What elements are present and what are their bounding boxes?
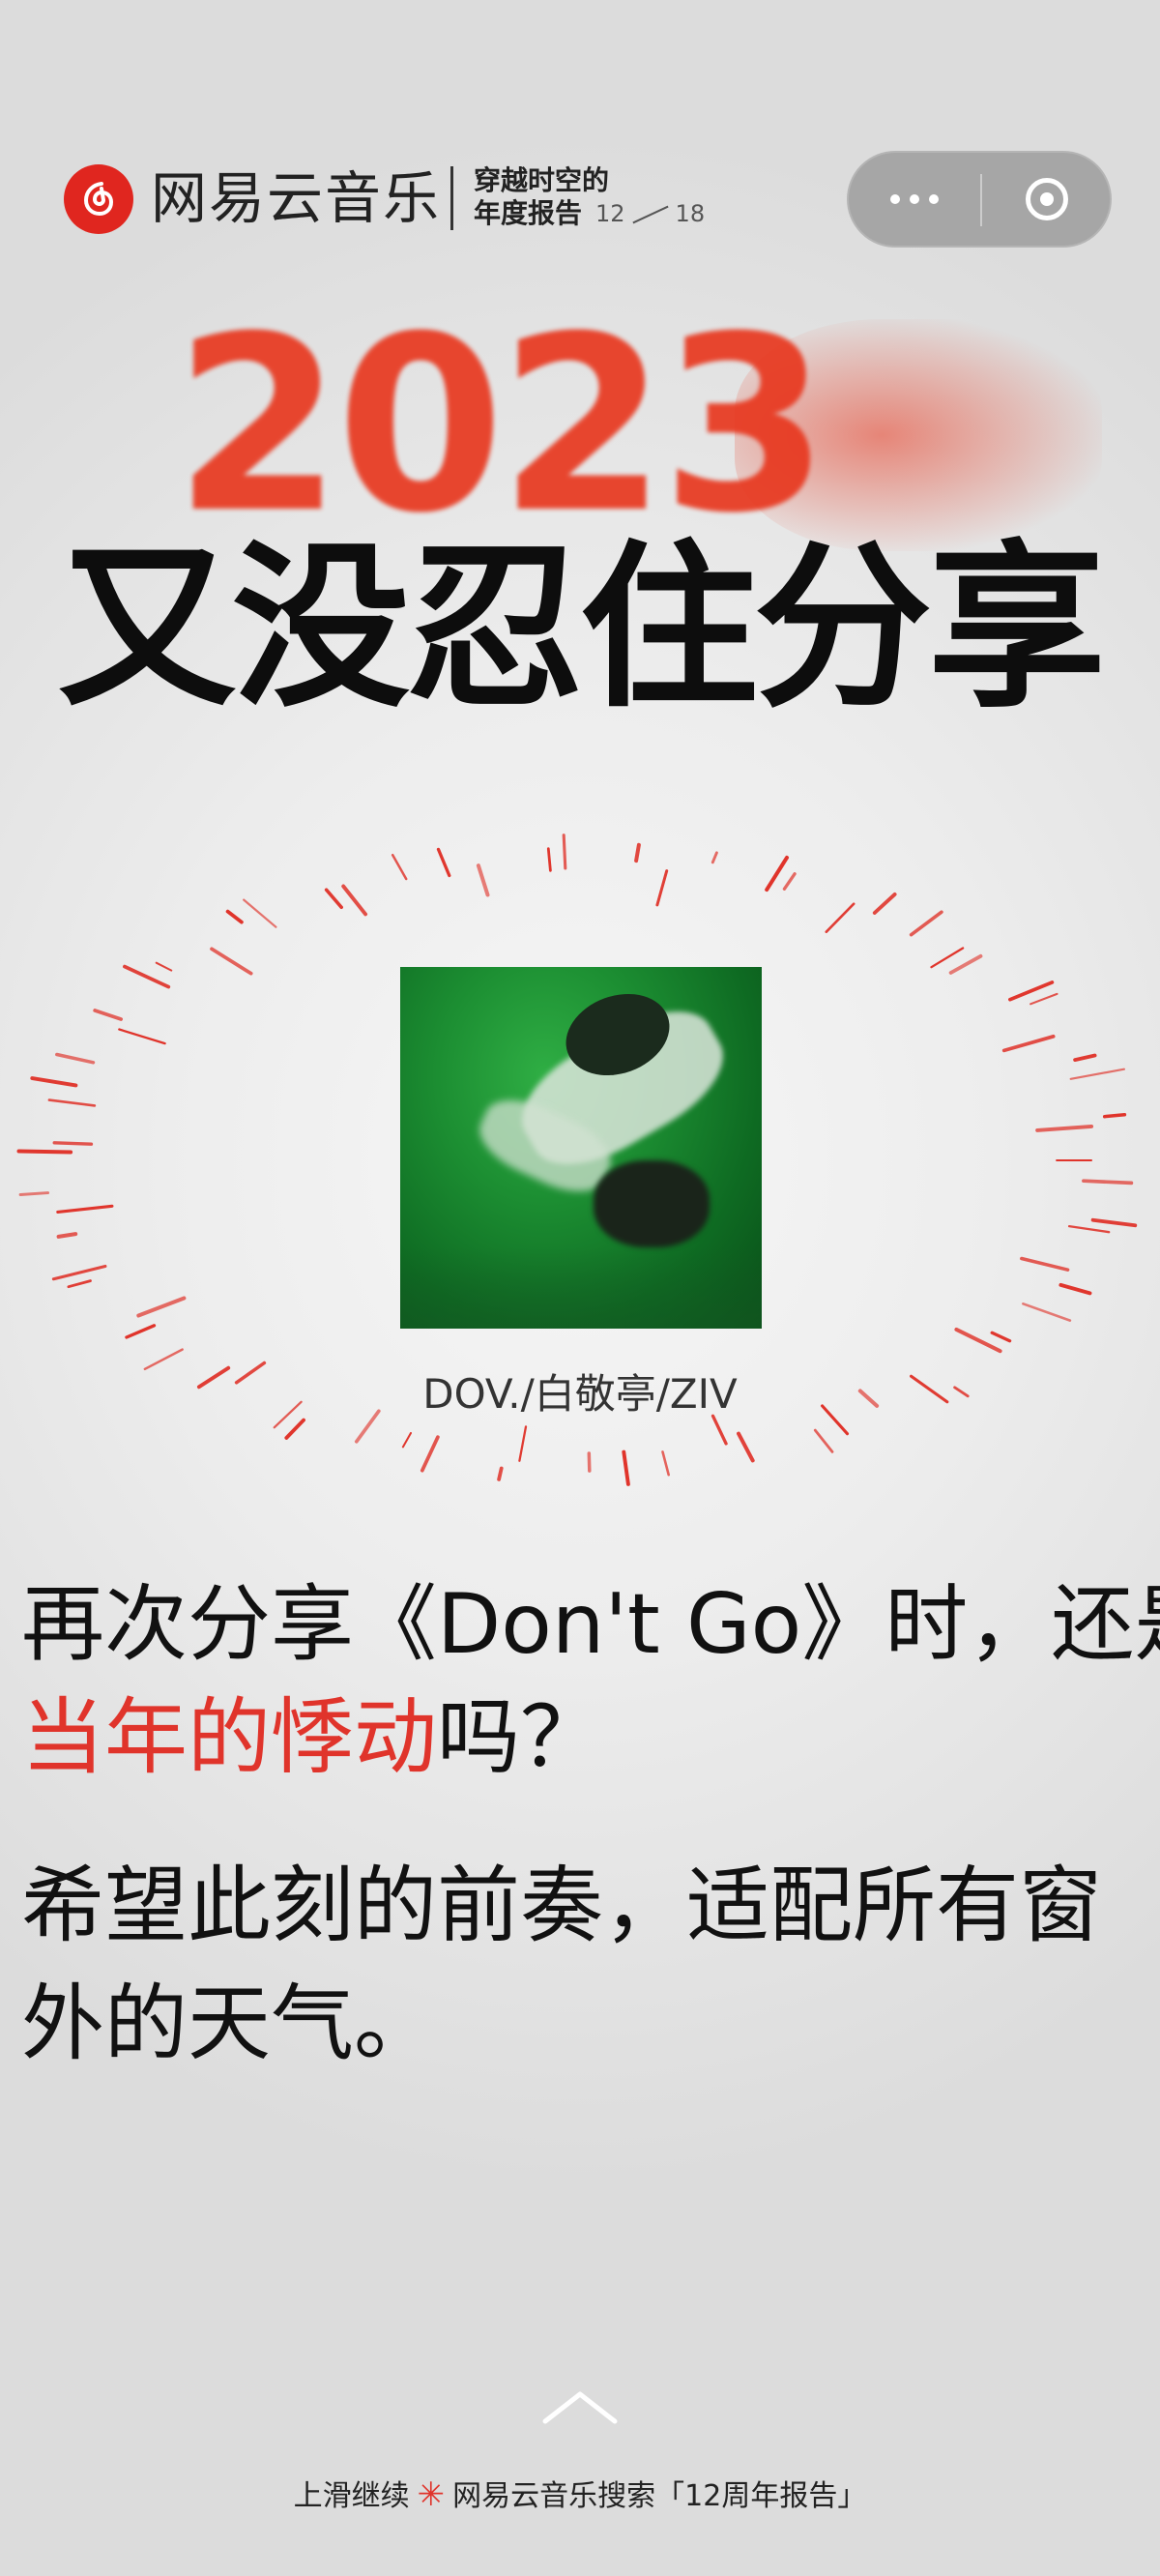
tick-mark bbox=[562, 834, 567, 870]
cover-figure-legs bbox=[594, 1160, 710, 1247]
tick-mark bbox=[909, 910, 943, 937]
tick-mark bbox=[948, 953, 983, 975]
close-button[interactable] bbox=[982, 153, 1112, 246]
tick-mark bbox=[436, 847, 451, 878]
cover-water bbox=[400, 1247, 762, 1329]
tick-mark bbox=[930, 947, 965, 969]
tick-mark bbox=[118, 1028, 166, 1045]
album-cover[interactable] bbox=[400, 967, 762, 1329]
tick-mark bbox=[225, 909, 244, 924]
report-title-line2: 年度报告 bbox=[474, 197, 583, 229]
tick-mark bbox=[1069, 1068, 1126, 1080]
tick-mark bbox=[125, 1324, 157, 1339]
report-title: 穿越时空的 年度报告 bbox=[474, 164, 609, 230]
tick-mark bbox=[56, 1232, 78, 1239]
tick-mark bbox=[518, 1425, 528, 1462]
tick-mark bbox=[136, 1296, 187, 1318]
artist-name: DOV./白敬亭/ZIV bbox=[422, 1370, 738, 1418]
tick-mark bbox=[634, 842, 641, 864]
tick-mark bbox=[782, 872, 797, 891]
tick-mark bbox=[1022, 1302, 1072, 1322]
tick-mark bbox=[497, 1466, 504, 1481]
dot-icon bbox=[890, 194, 900, 204]
tick-mark bbox=[243, 898, 277, 928]
message-line2: 当年的悸动吗？ bbox=[21, 1680, 603, 1796]
dot-icon bbox=[910, 194, 919, 204]
tick-mark bbox=[210, 947, 253, 976]
tick-mark bbox=[1020, 1256, 1070, 1272]
tick-mark bbox=[67, 1279, 92, 1289]
tick-mark bbox=[1058, 1282, 1092, 1296]
tick-mark bbox=[284, 1418, 306, 1440]
tick-mark bbox=[123, 964, 171, 989]
tick-mark bbox=[1001, 1034, 1056, 1053]
page-slash bbox=[631, 205, 669, 224]
page-indicator: 12 18 bbox=[595, 200, 705, 227]
tick-mark bbox=[420, 1435, 440, 1473]
tick-mark bbox=[813, 1428, 834, 1453]
page-total: 18 bbox=[675, 200, 706, 227]
tick-mark bbox=[52, 1141, 94, 1146]
header: 网易云音乐 穿越时空的 年度报告 12 18 bbox=[0, 0, 1160, 251]
tick-mark bbox=[1073, 1053, 1097, 1063]
tick-mark bbox=[1067, 1224, 1111, 1234]
tick-mark bbox=[18, 1191, 50, 1196]
tick-mark bbox=[391, 853, 408, 881]
tick-mark bbox=[30, 1076, 78, 1088]
tick-mark bbox=[990, 1331, 1012, 1343]
tick-mark bbox=[16, 1149, 73, 1155]
tick-mark bbox=[341, 884, 368, 917]
tick-mark bbox=[56, 1204, 114, 1214]
report-title-line1: 穿越时空的 bbox=[474, 164, 610, 196]
close-target-icon bbox=[1026, 178, 1068, 220]
tick-mark bbox=[765, 855, 789, 893]
tick-mark bbox=[324, 888, 343, 910]
tick-mark bbox=[587, 1451, 592, 1473]
swipe-hint: 上滑继续 bbox=[293, 2479, 410, 2513]
search-hint: 网易云音乐搜索「12周年报告」 bbox=[452, 2479, 867, 2513]
footer-hint: 上滑继续 ✳ 网易云音乐搜索「12周年报告」 bbox=[0, 2475, 1160, 2516]
tick-mark bbox=[825, 902, 856, 933]
tick-mark bbox=[1035, 1124, 1094, 1132]
netease-music-logo-icon bbox=[64, 164, 133, 234]
tick-mark bbox=[546, 847, 552, 872]
mini-program-capsule bbox=[847, 151, 1112, 248]
tick-mark bbox=[710, 851, 718, 864]
tick-mark bbox=[93, 1009, 123, 1021]
tick-mark bbox=[737, 1431, 755, 1463]
tick-mark bbox=[401, 1432, 412, 1449]
tick-mark bbox=[622, 1449, 630, 1486]
tick-mark bbox=[1082, 1179, 1134, 1186]
message-highlight: 当年的悸动 bbox=[21, 1689, 437, 1786]
tick-mark bbox=[1008, 981, 1055, 1002]
tick-mark bbox=[47, 1098, 97, 1107]
headline: 又没忍住分享 bbox=[57, 525, 1106, 732]
tick-mark bbox=[661, 1450, 671, 1477]
tick-mark bbox=[655, 869, 669, 907]
message-line1: 再次分享《Don't Go》时，还是 bbox=[21, 1576, 1160, 1673]
more-button[interactable] bbox=[849, 153, 980, 246]
brand-name: 网易云音乐 bbox=[151, 165, 442, 231]
page-current: 12 bbox=[595, 200, 625, 227]
chevron-up-icon[interactable] bbox=[541, 2388, 619, 2427]
message-line2-rest: 吗？ bbox=[437, 1689, 603, 1786]
tick-mark bbox=[1090, 1217, 1138, 1228]
tick-mark bbox=[476, 864, 490, 897]
tick-mark bbox=[155, 961, 173, 972]
message-line3: 希望此刻的前奏，适配所有窗外的天气。 bbox=[21, 1858, 1102, 2072]
tick-mark bbox=[1102, 1113, 1127, 1119]
report-page: 网易云音乐 穿越时空的 年度报告 12 18 2023 又没忍住分享 DOV./… bbox=[0, 0, 1160, 2576]
tick-mark bbox=[1030, 992, 1058, 1006]
asterisk-icon: ✳ bbox=[417, 2475, 446, 2514]
brand-divider bbox=[450, 166, 453, 230]
tick-mark bbox=[51, 1264, 107, 1281]
tick-mark bbox=[872, 892, 897, 915]
dot-icon bbox=[929, 194, 939, 204]
tick-mark bbox=[55, 1052, 96, 1065]
